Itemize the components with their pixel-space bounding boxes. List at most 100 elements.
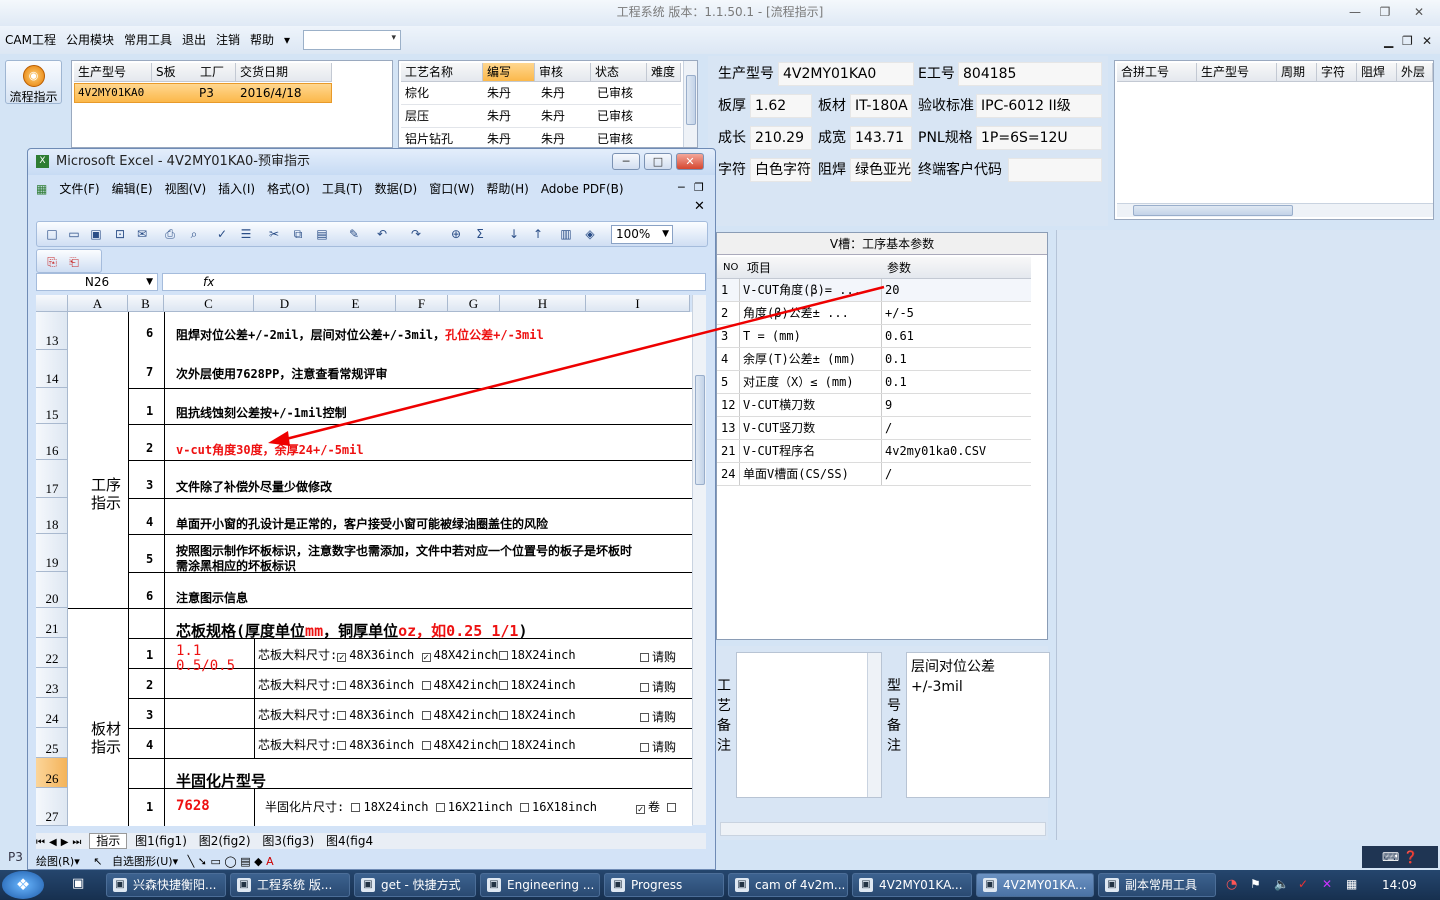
col-writer[interactable]: 编写 — [483, 63, 535, 82]
sort-asc-icon[interactable]: ↓ — [507, 227, 521, 241]
menu-public[interactable]: 公用模块 — [61, 26, 119, 54]
table-row[interactable]: 层压 朱丹 朱丹 已审核 — [401, 105, 681, 128]
taskbar-item[interactable]: ▣ Progress — [604, 873, 724, 897]
copy-icon[interactable]: ⧉ — [291, 227, 305, 241]
checkbox[interactable] — [640, 683, 649, 692]
tab-sheet-4[interactable]: 图3(fig3) — [258, 834, 318, 848]
checkbox[interactable] — [421, 741, 431, 750]
autosum-icon[interactable]: Σ — [473, 227, 487, 241]
pdf-email-icon[interactable]: ⎗ — [67, 255, 81, 269]
checkbox[interactable] — [498, 681, 508, 690]
checkbox[interactable] — [337, 711, 347, 720]
tab-sheet-2[interactable]: 图1(fig1) — [131, 834, 191, 848]
col-header-d[interactable]: D — [254, 295, 316, 312]
row-header[interactable]: 15 — [36, 388, 68, 424]
save-icon[interactable]: ▣ — [89, 227, 103, 241]
table-row[interactable]: 21 V-CUT程序名 4v2my01ka0.CSV — [717, 440, 1031, 463]
scroll-thumb[interactable] — [686, 75, 696, 125]
checkbox[interactable]: ✓ — [636, 805, 645, 815]
fill-color-icon[interactable]: ◆ — [254, 855, 262, 868]
scroll-thumb[interactable] — [695, 375, 705, 485]
taskbar-item[interactable]: ▣ 工程系统 版... — [230, 873, 350, 897]
table-row[interactable]: 铝片钻孔 朱丹 朱丹 已审核 — [401, 128, 681, 147]
excel-maximize-icon[interactable]: □ — [644, 153, 672, 170]
checkbox[interactable] — [421, 681, 431, 690]
tab-sheet-5[interactable]: 图4(fig4 — [322, 834, 377, 848]
notes-hscroll[interactable] — [720, 822, 1046, 836]
order-grid[interactable]: 生产型号 S板 工厂 交货日期 4V2MY01KA0 P3 2016/4/18 — [71, 60, 393, 148]
col-param[interactable]: 参数 — [887, 257, 911, 279]
row-header[interactable]: 23 — [36, 668, 68, 698]
flow-indication-button[interactable]: ◉ 流程指示 — [5, 60, 62, 104]
col-merge[interactable]: 合拼工号 — [1117, 63, 1197, 82]
col-factory[interactable]: 工厂 — [196, 63, 236, 82]
menu-cam[interactable]: CAM工程 — [0, 26, 61, 54]
pointer-icon[interactable]: ↖ — [93, 855, 102, 868]
open-icon[interactable]: ▭ — [67, 227, 81, 241]
mdi-restore-icon[interactable]: ❐ — [1402, 34, 1413, 48]
paste-icon[interactable]: ▤ — [315, 227, 329, 241]
checkbox[interactable] — [421, 711, 431, 720]
excel-minimize-icon[interactable]: ─ — [612, 153, 640, 170]
model-note-input[interactable]: 层间对位公差+/-3mil — [906, 652, 1050, 798]
table-row[interactable]: 24 单面V槽面(CS/SS) / — [717, 463, 1031, 486]
note-scrollbar[interactable] — [867, 653, 881, 797]
menu-help[interactable]: 帮助(H) — [486, 177, 528, 201]
autoshape-menu[interactable]: 自选图形(U)▾ — [112, 855, 178, 868]
menu-more-icon[interactable]: ▾ — [279, 26, 295, 54]
excel-close-icon[interactable]: ✕ — [676, 153, 704, 170]
row-header[interactable]: 19 — [36, 534, 68, 572]
redo-icon[interactable]: ↷ — [409, 227, 423, 241]
cut-icon[interactable]: ✂ — [267, 227, 281, 241]
taskbar-item[interactable]: ▣ 副本常用工具 — [1098, 873, 1216, 897]
checkbox[interactable] — [435, 803, 445, 812]
row-header[interactable]: 14 — [36, 350, 68, 388]
start-button[interactable]: ❖ — [2, 871, 44, 899]
table-row[interactable]: 12 V-CUT横刀数 9 — [717, 394, 1031, 417]
textbox-icon[interactable]: ▤ — [240, 855, 250, 868]
col-item[interactable]: 项目 — [747, 257, 771, 279]
draw-menu[interactable]: 绘图(R)▾ — [36, 855, 80, 868]
item-text[interactable]: 按照图示制作坏板标识，注意数字也需添加，文件中若对应一个位置号的板子是坏板时 需涂… — [176, 544, 632, 574]
name-box[interactable]: N26 ▼ — [36, 273, 158, 291]
worksheet-grid[interactable]: 13 14 15 16 17 18 19 20 21 22 23 24 25 26 27 工序 指示 板材 … — [36, 312, 692, 826]
hyperlink-icon[interactable]: ⊕ — [449, 227, 463, 241]
col-delivery[interactable]: 交货日期 — [236, 63, 332, 82]
checkbox[interactable]: ✓ — [421, 653, 431, 663]
col-header-g[interactable]: G — [448, 295, 500, 312]
col-process[interactable]: 工艺名称 — [401, 63, 483, 82]
arrow-icon[interactable]: ➘ — [198, 855, 207, 868]
font-color-icon[interactable]: A — [266, 855, 274, 868]
item-text[interactable]: 阻抗线蚀刻公差按+/-1mil控制 — [176, 404, 347, 421]
table-row[interactable]: 棕化 朱丹 朱丹 已审核 — [401, 82, 681, 105]
col-mask[interactable]: 阻焊 — [1357, 63, 1397, 82]
tray-icon-1[interactable]: ◔ — [1226, 877, 1237, 892]
print-preview-icon[interactable]: ⌕ — [187, 227, 201, 241]
permission-icon[interactable]: ⊡ — [113, 227, 127, 241]
workbook-icon[interactable]: ▦ — [36, 177, 47, 201]
chart-wizard-icon[interactable]: ▥ — [559, 227, 573, 241]
menu-view[interactable]: 视图(V) — [165, 177, 207, 201]
tab-sheet-3[interactable]: 图2(fig2) — [195, 834, 255, 848]
menu-tools[interactable]: 工具(T) — [322, 177, 363, 201]
checkbox[interactable] — [640, 713, 649, 722]
row-header[interactable]: 22 — [36, 638, 68, 668]
row-header[interactable]: 21 — [36, 608, 68, 638]
merge-grid[interactable]: 合拼工号 生产型号 周期 字符 阻焊 外层 — [1114, 60, 1434, 220]
table-row[interactable]: 3 T = (mm) 0.61 — [717, 325, 1031, 348]
col-difficulty[interactable]: 难度 — [647, 63, 681, 82]
taskbar-item[interactable]: ▣ cam of 4v2m... — [728, 873, 848, 897]
process-grid[interactable]: 工艺名称 编写 审核 状态 难度 棕化 朱丹 朱丹 已审核 层压 朱丹 朱丹 已审核 铝片钻… — [398, 60, 698, 148]
checkbox[interactable] — [351, 803, 361, 812]
row-header[interactable]: 24 — [36, 698, 68, 728]
formula-bar[interactable]: fx — [162, 273, 706, 291]
table-row[interactable]: 13 V-CUT竖刀数 / — [717, 417, 1031, 440]
tray-icon-3[interactable]: ✓ — [1298, 877, 1308, 891]
table-row[interactable]: 2 角度(β)公差± ... +/-5 — [717, 302, 1031, 325]
col-outer[interactable]: 外层 — [1397, 63, 1433, 82]
menu-data[interactable]: 数据(D) — [375, 177, 418, 201]
tray-icon-2[interactable]: ⚑ — [1250, 877, 1261, 891]
col-header-f[interactable]: F — [396, 295, 448, 312]
menu-format[interactable]: 格式(O) — [267, 177, 310, 201]
core-value[interactable]: 1.1 0.5/0.5 — [176, 644, 235, 674]
